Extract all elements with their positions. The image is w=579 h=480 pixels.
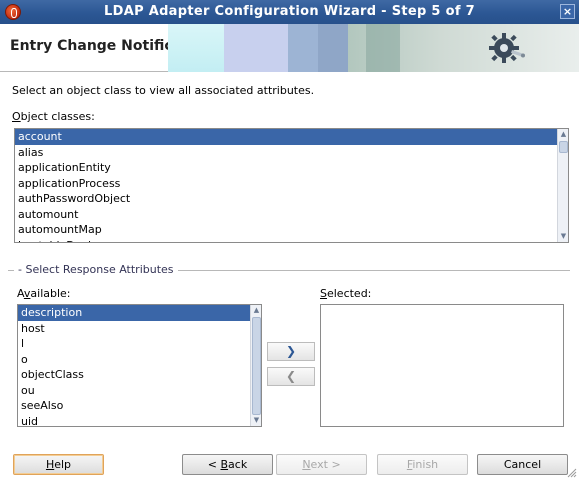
remove-arrow-icon: ❮ bbox=[285, 369, 297, 383]
finish-button[interactable]: Finish bbox=[377, 454, 468, 475]
selected-label: Selected: bbox=[320, 287, 372, 300]
list-item[interactable]: uid bbox=[18, 414, 261, 427]
available-scrollbar[interactable]: ▲ ▼ bbox=[250, 305, 261, 426]
cancel-button[interactable]: Cancel bbox=[477, 454, 568, 475]
list-item[interactable]: objectClass bbox=[18, 367, 261, 383]
help-button[interactable]: Help bbox=[13, 454, 104, 475]
scroll-up-icon[interactable]: ▲ bbox=[252, 306, 261, 315]
list-item[interactable]: automountMap bbox=[15, 222, 568, 238]
list-item[interactable]: seeAlso bbox=[18, 398, 261, 414]
selected-list[interactable] bbox=[320, 304, 564, 427]
object-classes-scrollbar[interactable]: ▲ ▼ bbox=[557, 129, 568, 242]
next-button[interactable]: Next > bbox=[276, 454, 367, 475]
scroll-down-icon[interactable]: ▼ bbox=[559, 232, 568, 241]
list-item[interactable]: account bbox=[15, 129, 568, 145]
instruction-text: Select an object class to view all assoc… bbox=[12, 84, 315, 97]
list-item[interactable]: description bbox=[18, 305, 261, 321]
back-button[interactable]: < Back bbox=[182, 454, 273, 475]
scroll-up-icon[interactable]: ▲ bbox=[559, 130, 568, 139]
list-item[interactable]: o bbox=[18, 352, 261, 368]
list-item[interactable]: alias bbox=[15, 145, 568, 161]
response-attributes-group: - Select Response Attributes bbox=[8, 263, 570, 276]
list-item[interactable]: host bbox=[18, 321, 261, 337]
title-bar: LDAP Adapter Configuration Wizard - Step… bbox=[0, 0, 579, 24]
remove-button[interactable]: ❮ bbox=[267, 367, 315, 386]
scroll-down-icon[interactable]: ▼ bbox=[252, 416, 261, 425]
gear-plug-icon bbox=[489, 33, 525, 63]
header-banner bbox=[168, 24, 579, 72]
object-classes-label: Object classes: bbox=[12, 110, 95, 123]
close-button[interactable]: × bbox=[560, 4, 575, 19]
available-label: Available: bbox=[17, 287, 71, 300]
object-classes-list[interactable]: account alias applicationEntity applicat… bbox=[14, 128, 569, 243]
scroll-thumb[interactable] bbox=[252, 317, 261, 415]
scroll-thumb[interactable] bbox=[559, 141, 568, 153]
list-item[interactable]: applicationProcess bbox=[15, 176, 568, 192]
group-label: - Select Response Attributes bbox=[14, 263, 178, 276]
available-list[interactable]: description host l o objectClass ou seeA… bbox=[17, 304, 262, 427]
wizard-header: Entry Change Notification bbox=[0, 24, 579, 72]
add-arrow-icon: ❯ bbox=[285, 344, 297, 358]
list-item[interactable]: bootableDevice bbox=[15, 238, 568, 243]
window-title: LDAP Adapter Configuration Wizard - Step… bbox=[104, 4, 475, 19]
list-item[interactable]: automount bbox=[15, 207, 568, 223]
list-item[interactable]: ou bbox=[18, 383, 261, 399]
resize-grip-icon[interactable] bbox=[567, 468, 577, 478]
list-item[interactable]: authPasswordObject bbox=[15, 191, 568, 207]
add-button[interactable]: ❯ bbox=[267, 342, 315, 361]
list-item[interactable]: applicationEntity bbox=[15, 160, 568, 176]
list-item[interactable]: l bbox=[18, 336, 261, 352]
